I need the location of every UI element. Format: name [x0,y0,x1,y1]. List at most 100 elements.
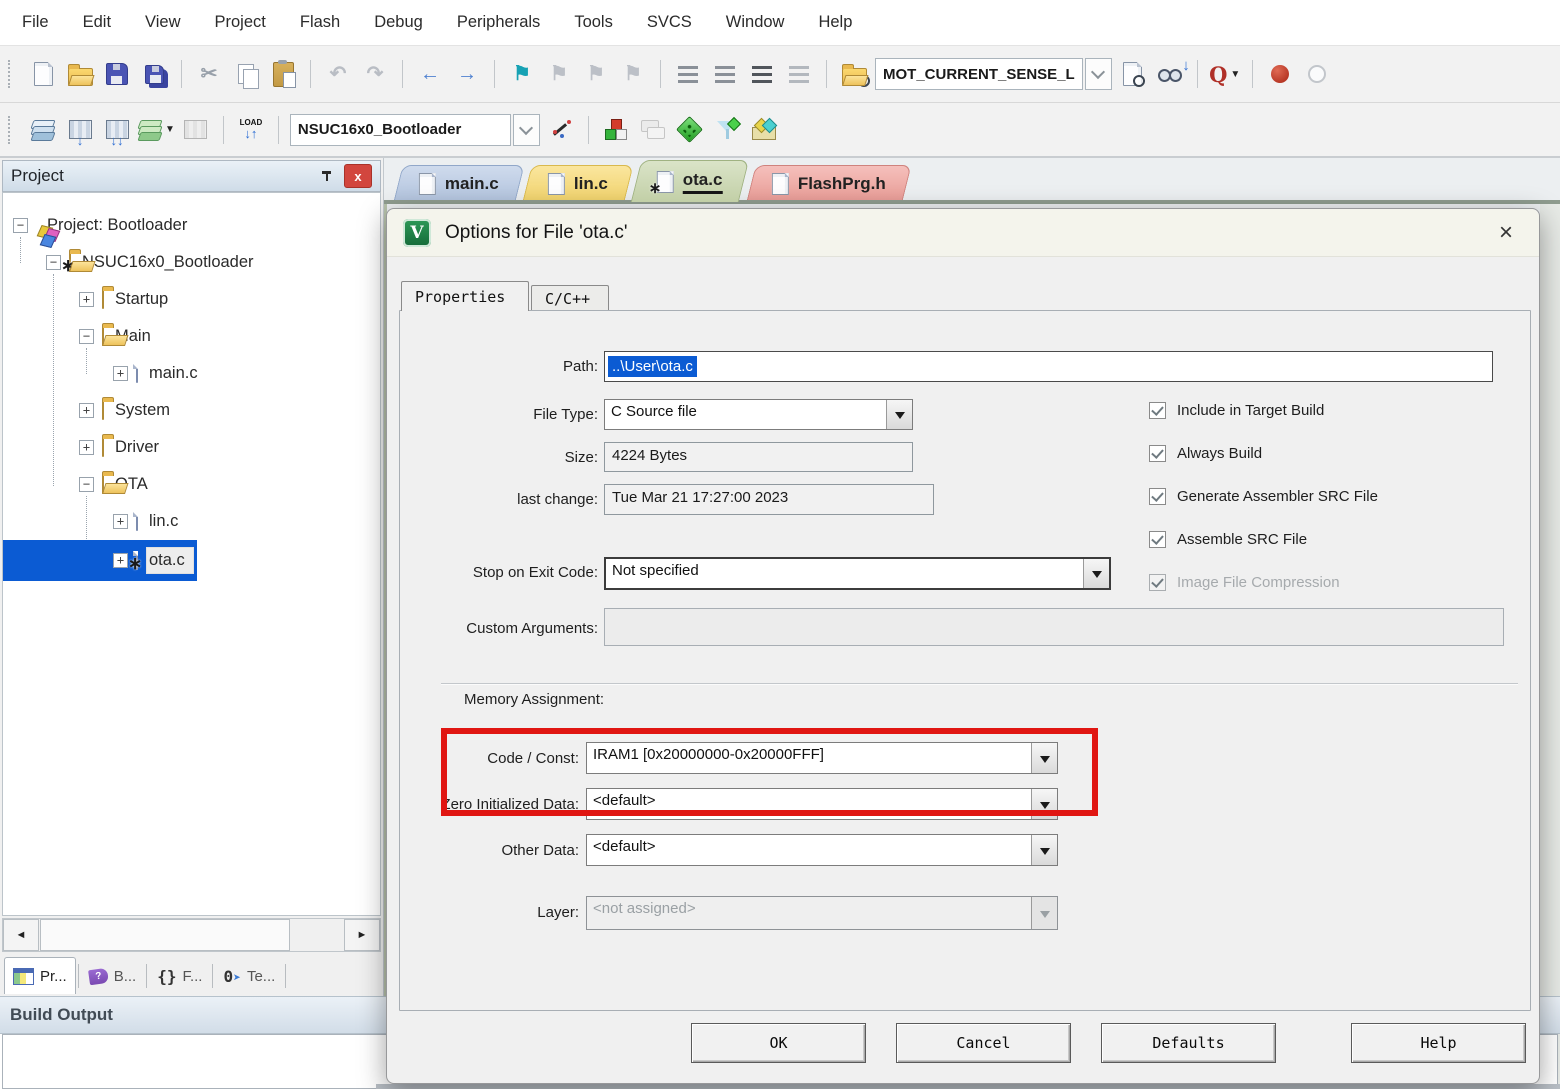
checkbox-checked-icon[interactable] [1149,445,1166,462]
indent-icon[interactable] [672,57,704,91]
run-time-environment-icon[interactable] [674,113,706,147]
tree-item-Startup[interactable]: +Startup [3,281,176,318]
editor-tab-ota-c[interactable]: ∗ota.c [631,160,749,202]
editor-tab-lin-c[interactable]: lin.c [522,165,633,202]
dialog-close-icon[interactable]: × [1489,219,1523,247]
tree-item-NSUC16x0_Bootloader[interactable]: −∗NSUC16x0_Bootloader [3,244,262,281]
tree-expander-icon[interactable]: + [79,403,94,418]
batch-build-icon[interactable]: ▼ [138,113,175,147]
scrollbar-thumb[interactable] [40,919,290,951]
open-file-icon[interactable] [64,57,96,91]
target-dropdown-icon[interactable] [513,114,540,146]
quick-search-icon[interactable]: Q▼ [1209,57,1241,91]
comment-icon[interactable] [746,57,778,91]
download-icon[interactable]: LOAD↓↑ [235,113,267,147]
menu-item-debug[interactable]: Debug [374,13,423,32]
save-all-icon[interactable] [138,57,170,91]
bookmark-toggle-icon[interactable]: ⚑ [506,57,538,91]
tree-expander-icon[interactable]: − [79,329,94,344]
menu-item-project[interactable]: Project [215,13,266,32]
navigate-forward-icon[interactable]: → [451,57,483,91]
bookmark-clear-icon[interactable]: ⚑ [617,57,649,91]
tree-expander-icon[interactable]: − [79,477,94,492]
menu-item-tools[interactable]: Tools [574,13,613,32]
checkbox-include-in-target-build[interactable]: Include in Target Build [1149,402,1324,419]
stop-on-exit-select[interactable]: Not specified [604,557,1111,590]
cancel-button[interactable]: Cancel [896,1023,1071,1063]
tree-item-OTA[interactable]: −OTA [3,466,156,503]
file-type-dropdown-icon[interactable] [886,400,912,429]
tree-expander-icon[interactable]: + [113,514,128,529]
tree-item-main-c[interactable]: +main.c [3,355,206,392]
dialog-tab-C-C--[interactable]: C/C++ [531,285,609,311]
find-in-files-icon[interactable] [838,57,870,91]
workspace-tab-braces[interactable]: {}F... [149,958,210,994]
menu-item-help[interactable]: Help [818,13,852,32]
pack-installer-icon[interactable] [748,113,780,147]
undo-icon[interactable]: ↶ [322,57,354,91]
target-select[interactable]: NSUC16x0_Bootloader [290,114,511,146]
dialog-tab-Properties[interactable]: Properties [401,281,529,311]
other-data-dropdown-icon[interactable] [1031,835,1057,865]
tree-expander-icon[interactable]: + [113,553,128,568]
tree-item-ota-c[interactable]: +∗ota.c [3,540,197,581]
translate-file-icon[interactable] [27,113,59,147]
search-input[interactable]: MOT_CURRENT_SENSE_L [875,58,1083,90]
tree-expander-icon[interactable]: − [13,218,28,233]
breakpoint-disabled-icon[interactable] [1301,57,1333,91]
menu-item-edit[interactable]: Edit [83,13,111,32]
new-file-icon[interactable] [27,57,59,91]
tree-item-System[interactable]: +System [3,392,178,429]
cut-icon[interactable]: ✂ [193,57,225,91]
menu-item-window[interactable]: Window [726,13,785,32]
select-packs-icon[interactable] [711,113,743,147]
paste-icon[interactable] [267,57,299,91]
menu-item-file[interactable]: File [22,13,49,32]
bookmark-next-icon[interactable]: ⚑ [580,57,612,91]
copy-icon[interactable] [230,57,262,91]
options-for-target-icon[interactable] [545,113,577,147]
ok-button[interactable]: OK [691,1023,866,1063]
checkbox-generate-assembler-src-file[interactable]: Generate Assembler SRC File [1149,488,1378,505]
outdent-icon[interactable] [709,57,741,91]
checkbox-assemble-src-file[interactable]: Assemble SRC File [1149,531,1307,548]
tree-item-Driver[interactable]: +Driver [3,429,167,466]
menu-item-peripherals[interactable]: Peripherals [457,13,540,32]
search-combobox[interactable]: MOT_CURRENT_SENSE_L [875,58,1112,90]
checkbox-checked-icon[interactable] [1149,488,1166,505]
uncomment-icon[interactable] [783,57,815,91]
incremental-find-icon[interactable]: ↓ [1154,57,1186,91]
other-data-select[interactable]: <default> [586,834,1058,866]
tree-expander-icon[interactable]: + [113,366,128,381]
find-icon[interactable] [1117,57,1149,91]
save-icon[interactable] [101,57,133,91]
navigate-back-icon[interactable]: ← [414,57,446,91]
menu-item-svcs[interactable]: SVCS [647,13,692,32]
menu-item-flash[interactable]: Flash [300,13,340,32]
manage-project-items-icon[interactable] [600,113,632,147]
path-input[interactable]: ..\User\ota.c [604,351,1493,382]
scroll-right-button[interactable]: ► [344,919,380,951]
tree-item-Main[interactable]: −Main [3,318,159,355]
editor-tab-main-c[interactable]: main.c [393,165,524,202]
breakpoint-icon[interactable] [1264,57,1296,91]
scroll-left-button[interactable]: ◄ [3,919,39,951]
tree-expander-icon[interactable]: + [79,440,94,455]
search-dropdown-icon[interactable] [1085,58,1112,90]
rebuild-icon[interactable]: ↓↓ [101,113,133,147]
workspace-tab-books[interactable]: ?B... [81,958,145,994]
tree-expander-icon[interactable]: + [79,292,94,307]
workspace-tab-templates[interactable]: 0➤Te... [215,958,283,994]
bookmark-prev-icon[interactable]: ⚑ [543,57,575,91]
pin-icon[interactable] [320,169,334,183]
defaults-button[interactable]: Defaults [1101,1023,1276,1063]
file-type-select[interactable]: C Source file [604,399,913,430]
redo-icon[interactable]: ↷ [359,57,391,91]
checkbox-checked-icon[interactable] [1149,402,1166,419]
checkbox-checked-icon[interactable] [1149,531,1166,548]
help-button[interactable]: Help [1351,1023,1526,1063]
editor-tab-FlashPrg-h[interactable]: FlashPrg.h [746,165,911,202]
checkbox-always-build[interactable]: Always Build [1149,445,1262,462]
build-icon[interactable]: ↓ [64,113,96,147]
target-combobox[interactable]: NSUC16x0_Bootloader [290,114,540,146]
